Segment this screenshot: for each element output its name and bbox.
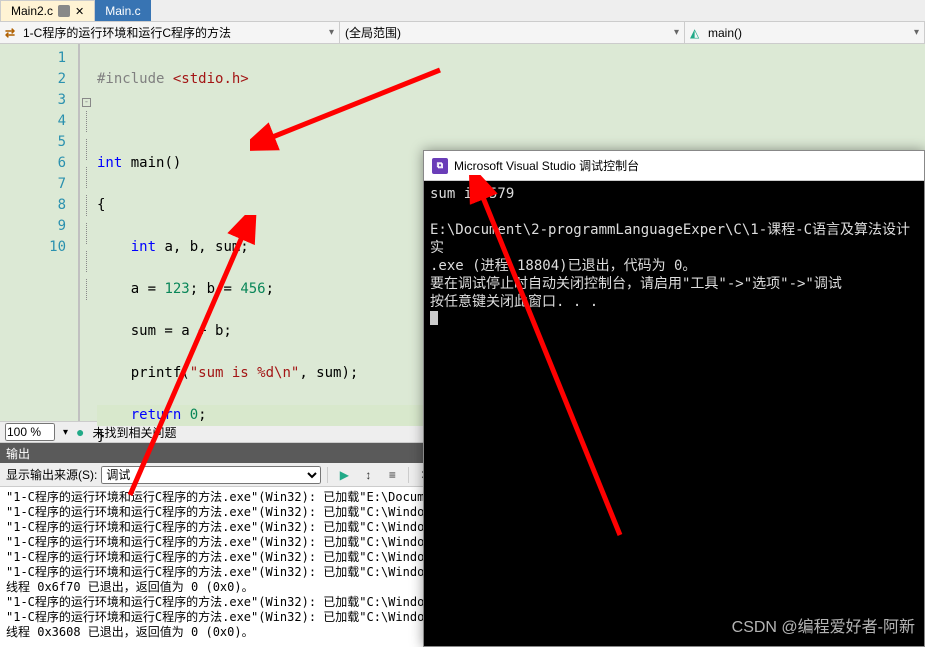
- nav-scope-label: (全局范围): [345, 24, 401, 41]
- debug-console-window[interactable]: ⧉ Microsoft Visual Studio 调试控制台 sum is 5…: [423, 150, 925, 647]
- console-output[interactable]: sum is 579 E:\Document\2-programmLanguag…: [424, 181, 924, 334]
- chevron-down-icon: ▾: [674, 27, 679, 38]
- fold-column[interactable]: -: [80, 44, 95, 421]
- nav-function-selector[interactable]: ◭ main() ▾: [685, 22, 925, 43]
- chevron-down-icon: ▾: [914, 27, 919, 38]
- console-title-text: Microsoft Visual Studio 调试控制台: [454, 157, 639, 174]
- output-source-label: 显示输出来源(S):: [6, 466, 97, 483]
- check-icon: ●: [76, 424, 84, 440]
- nav-project-label: 1-C程序的运行环境和运行C程序的方法: [23, 24, 231, 41]
- zoom-input[interactable]: [5, 423, 55, 441]
- console-titlebar[interactable]: ⧉ Microsoft Visual Studio 调试控制台: [424, 151, 924, 181]
- tab-main-c[interactable]: Main.c: [95, 0, 150, 21]
- nav-scope-selector[interactable]: (全局范围) ▾: [340, 22, 685, 43]
- chevron-down-icon: ▾: [329, 27, 334, 38]
- tab-label: Main.c: [105, 4, 140, 18]
- pin-icon[interactable]: [58, 5, 70, 17]
- fold-minus-icon[interactable]: -: [82, 98, 91, 107]
- editor-tabs: Main2.c ✕ Main.c: [0, 0, 925, 22]
- nav-bar: ⇄ 1-C程序的运行环境和运行C程序的方法 ▾ (全局范围) ▾ ◭ main(…: [0, 22, 925, 44]
- nav-function-label: main(): [708, 26, 742, 40]
- tab-main2-c[interactable]: Main2.c ✕: [0, 0, 95, 21]
- output-title: 输出: [6, 445, 30, 462]
- chevron-down-icon[interactable]: ▾: [63, 427, 68, 438]
- swap-icon: ⇄: [5, 26, 19, 40]
- watermark: CSDN @编程爱好者-阿新: [732, 613, 915, 637]
- method-icon: ◭: [690, 26, 704, 40]
- close-icon[interactable]: ✕: [75, 5, 84, 18]
- cursor-icon: [430, 311, 438, 325]
- line-numbers: 12345678910: [0, 44, 78, 421]
- tab-label: Main2.c: [11, 4, 53, 18]
- vs-icon: ⧉: [432, 158, 448, 174]
- nav-project-selector[interactable]: ⇄ 1-C程序的运行环境和运行C程序的方法 ▾: [0, 22, 340, 43]
